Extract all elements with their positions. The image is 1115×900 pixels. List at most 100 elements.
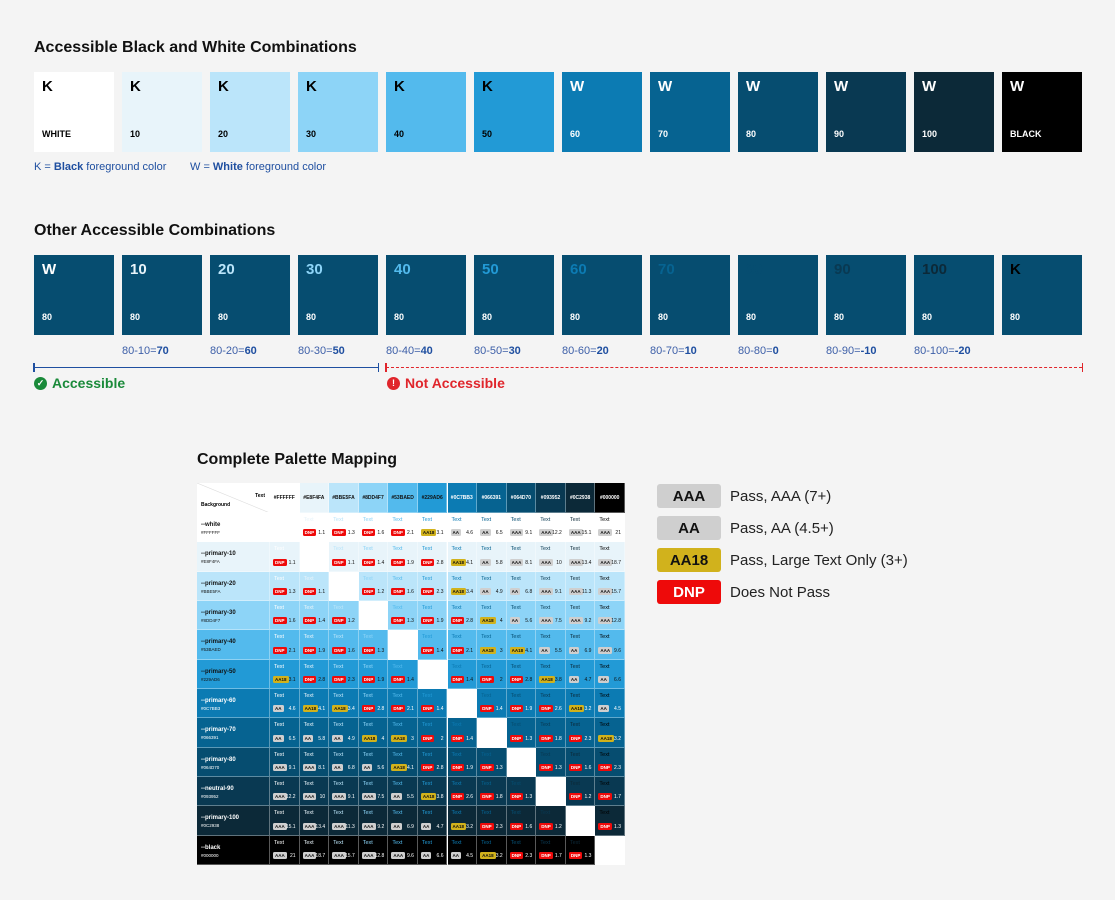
matrix-cell: Text AA18 3.8 bbox=[536, 659, 566, 689]
equation-expression: 80-70= bbox=[650, 345, 685, 357]
contrast-ratio: 18.7 bbox=[611, 559, 621, 566]
other-swatch: 100 80 bbox=[914, 255, 994, 335]
contrast-equation: 80-100=-20 bbox=[914, 345, 971, 357]
equation-expression: 80-100= bbox=[914, 345, 955, 357]
range-tick bbox=[377, 363, 379, 372]
matrix-cell: Text AA 6.6 bbox=[417, 835, 448, 865]
sample-text: Text bbox=[421, 839, 432, 846]
sample-text: Text bbox=[362, 751, 373, 758]
sample-text: Text bbox=[421, 781, 432, 787]
contrast-badge: AA bbox=[450, 529, 461, 537]
legend-item: AA18 Pass, Large Text Only (3+) bbox=[657, 548, 908, 572]
contrast-badge: DNP bbox=[391, 705, 405, 713]
matrix-cell: Text DNP 1.1 bbox=[299, 513, 330, 543]
equation-expression: 80-20= bbox=[210, 345, 245, 357]
contrast-ratio: 1.4 bbox=[318, 618, 326, 625]
row-name: --primary-30 bbox=[201, 610, 236, 616]
sample-text: Text bbox=[333, 546, 344, 553]
contrast-badge: DNP bbox=[598, 763, 612, 771]
contrast-badge: AAA bbox=[598, 558, 613, 566]
row-name: --white bbox=[201, 522, 221, 528]
swatch-background-label: 80 bbox=[922, 312, 933, 322]
contrast-badge: DNP bbox=[420, 646, 435, 654]
matrix-cell: Text DNP 2.8 bbox=[506, 659, 537, 689]
matrix-cell: Text DNP 2.3 bbox=[565, 718, 596, 748]
contrast-badge: AAA bbox=[539, 558, 553, 566]
matrix-cell: Text DNP 1.6 bbox=[506, 806, 537, 836]
contrast-badge: AA bbox=[332, 763, 343, 771]
matrix-cell: Text AA18 3.2 bbox=[477, 835, 507, 865]
swatch-background-label: 80 bbox=[130, 312, 141, 322]
matrix-cell: Text AA18 4.1 bbox=[506, 630, 537, 660]
contrast-ratio: 6.6 bbox=[614, 676, 621, 683]
matrix-cell: Text AA18 4 bbox=[358, 718, 389, 748]
matrix-cell: Text AAA 9.1 bbox=[536, 571, 566, 601]
contrast-ratio: 6.5 bbox=[495, 530, 503, 537]
matrix-cell: Text AAA 10 bbox=[299, 777, 330, 807]
matrix-cell: Text AAA 13.4 bbox=[299, 806, 330, 836]
matrix-cell: Text AA 5.5 bbox=[388, 777, 418, 807]
matrix-cell: Text AA 4.7 bbox=[565, 659, 596, 689]
contrast-ratio: 1.7 bbox=[614, 794, 621, 801]
table-corner-header: Text Background bbox=[197, 483, 270, 513]
matrix-cell: Text DNP 1.2 bbox=[536, 806, 566, 836]
contrast-ratio: 1.4 bbox=[436, 706, 444, 713]
matrix-cell: Text AAA 7.5 bbox=[358, 777, 389, 807]
corner-text-label: Text bbox=[255, 493, 265, 499]
contrast-badge: DNP bbox=[361, 529, 376, 537]
contrast-badge: AA bbox=[509, 587, 521, 595]
matrix-cell: Text AAA 8.1 bbox=[299, 747, 330, 777]
sample-text: Text bbox=[510, 517, 521, 523]
swatch-background-label: 80 bbox=[306, 312, 317, 322]
contrast-equation: 80-80=0 bbox=[738, 345, 779, 357]
other-swatch: 50 80 bbox=[474, 255, 554, 335]
matrix-cell bbox=[565, 806, 596, 836]
contrast-ratio: 1.6 bbox=[347, 647, 355, 654]
matrix-cell: Text DNP 1.2 bbox=[358, 571, 389, 601]
equation-result: 20 bbox=[596, 345, 609, 357]
contrast-ratio: 1.9 bbox=[318, 647, 326, 654]
contrast-ratio: 4.7 bbox=[436, 823, 444, 830]
sample-text: Text bbox=[392, 517, 403, 523]
sample-text: Text bbox=[274, 546, 285, 553]
contrast-badge: AA bbox=[509, 617, 521, 625]
matrix-cell bbox=[270, 513, 300, 543]
sample-text: Text bbox=[362, 517, 373, 523]
bw-swatch: K 40 bbox=[386, 72, 466, 152]
matrix-cell: Text DNP 1.6 bbox=[565, 747, 596, 777]
swatch-label: WHITE bbox=[42, 129, 71, 139]
sample-text: Text bbox=[303, 839, 314, 846]
sample-text: Text bbox=[481, 839, 492, 846]
contrast-ratio: 12.2 bbox=[552, 530, 562, 537]
contrast-badge: AAA bbox=[568, 529, 583, 537]
matrix-cell: Text AA 5.6 bbox=[506, 601, 537, 631]
key-black-bold: Black bbox=[53, 161, 84, 173]
matrix-cell: Text AA 4.6 bbox=[447, 513, 478, 543]
matrix-cell: Text DNP 1.2 bbox=[565, 777, 596, 807]
contrast-ratio: 15.1 bbox=[581, 530, 592, 537]
sample-text: Text bbox=[303, 663, 314, 670]
contrast-badge: DNP bbox=[598, 793, 612, 801]
contrast-ratio: 1.9 bbox=[466, 764, 474, 771]
row-header: --primary-70 #066391 bbox=[197, 718, 270, 748]
column-header: #BBE5FA bbox=[329, 483, 359, 513]
equation-result: 0 bbox=[772, 345, 779, 357]
swatch-foreground-letter: K bbox=[394, 78, 405, 95]
contrast-ratio: 8.1 bbox=[318, 764, 326, 771]
legend-badge: AA18 bbox=[657, 548, 721, 572]
sample-text: Text bbox=[599, 517, 610, 523]
matrix-cell: Text AA 6.9 bbox=[565, 630, 596, 660]
sample-text: Text bbox=[451, 605, 462, 611]
contrast-ratio: 3.2 bbox=[614, 735, 621, 742]
contrast-ratio: 1.6 bbox=[377, 530, 385, 537]
contrast-badge: AAA bbox=[568, 558, 583, 566]
contrast-equation: 80-60=20 bbox=[562, 345, 609, 357]
equation-expression: 80-60= bbox=[562, 345, 597, 357]
sample-text: Text bbox=[569, 605, 580, 611]
matrix-cell bbox=[358, 601, 389, 631]
sample-text: Text bbox=[333, 722, 344, 729]
contrast-ratio: 2.1 bbox=[406, 530, 414, 537]
sample-text: Text bbox=[451, 810, 462, 817]
swatch-foreground-letter: K bbox=[42, 78, 53, 95]
sample-text: Text bbox=[333, 517, 344, 523]
